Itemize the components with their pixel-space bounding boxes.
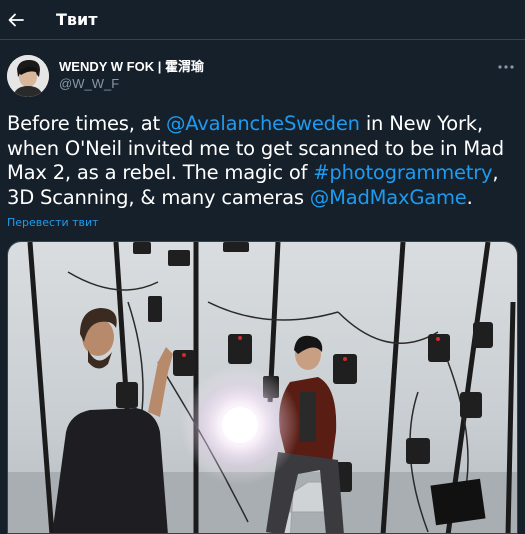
- tweet-body: Before times, at @AvalancheSweden in New…: [7, 112, 512, 210]
- author-handle[interactable]: @W_W_F: [59, 75, 204, 93]
- more-dots-icon: [498, 65, 514, 69]
- tweet-photo[interactable]: [7, 241, 518, 534]
- tweet-text-segment: .: [466, 185, 473, 209]
- tweet-text-segment: Before times, at: [7, 112, 166, 135]
- page-title: Твит: [56, 10, 98, 29]
- more-options-button[interactable]: [494, 59, 518, 75]
- avatar[interactable]: [7, 55, 49, 97]
- arrow-left-icon: [8, 13, 24, 26]
- translate-tweet-link[interactable]: Перевести твит: [7, 216, 99, 229]
- top-bar: Твит: [0, 0, 525, 40]
- studio-photo: [8, 242, 517, 533]
- back-button[interactable]: [1, 5, 31, 35]
- hashtag-link[interactable]: #photogrammetry: [313, 161, 492, 184]
- author-display-name[interactable]: WENDY W FOK | 霍渭瑜: [59, 59, 204, 75]
- avatar-photo: [7, 55, 49, 97]
- mention-link[interactable]: @AvalancheSweden: [166, 112, 360, 135]
- tweet-author: WENDY W FOK | 霍渭瑜 @W_W_F: [7, 55, 518, 99]
- mention-link[interactable]: @MadMaxGame: [310, 186, 467, 209]
